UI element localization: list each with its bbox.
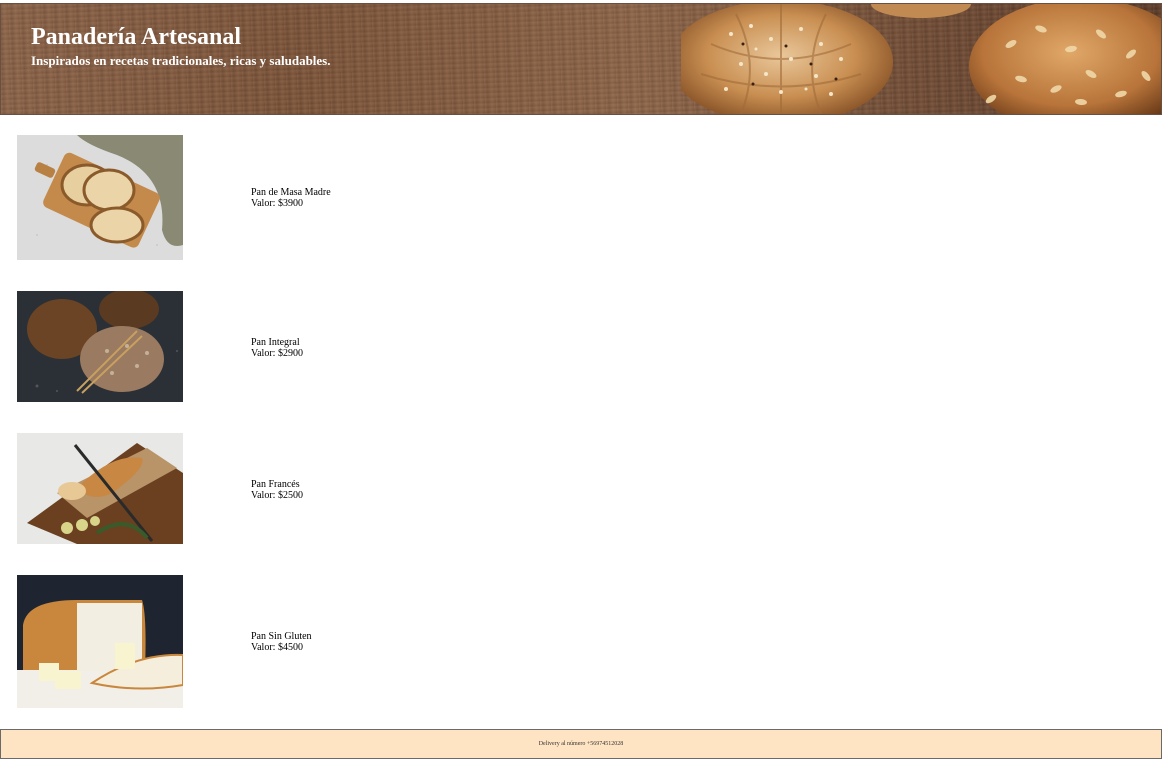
product-image-sourdough xyxy=(17,135,183,260)
product-name: Pan Francés xyxy=(251,479,300,490)
product-info: Pan Integral Valor: $2900 xyxy=(251,337,303,359)
product-info: Pan Sin Gluten Valor: $4500 xyxy=(251,631,312,653)
product-name: Pan de Masa Madre xyxy=(251,187,331,198)
product-image-gluten-free xyxy=(17,575,183,708)
page-title: Panadería Artesanal xyxy=(31,24,241,50)
product-item: Pan Sin Gluten Valor: $4500 xyxy=(17,575,517,708)
product-info: Pan Francés Valor: $2500 xyxy=(251,479,303,501)
product-price: Valor: $2900 xyxy=(251,348,303,359)
product-image-wholegrain xyxy=(17,291,183,402)
page-subtitle: Inspirados en recetas tradicionales, ric… xyxy=(31,53,331,68)
footer-delivery-text: Delivery al número +56974512028 xyxy=(538,741,624,747)
product-info: Pan de Masa Madre Valor: $3900 xyxy=(251,187,331,209)
footer: Delivery al número +56974512028 xyxy=(0,729,1162,759)
product-price: Valor: $2500 xyxy=(251,490,303,501)
bread-banner-image xyxy=(681,4,1161,114)
product-image-french xyxy=(17,433,183,544)
product-item: Pan de Masa Madre Valor: $3900 xyxy=(17,135,517,260)
product-price: Valor: $4500 xyxy=(251,642,303,653)
product-price: Valor: $3900 xyxy=(251,198,303,209)
product-name: Pan Integral xyxy=(251,337,300,348)
product-item: Pan Francés Valor: $2500 xyxy=(17,433,517,544)
product-item: Pan Integral Valor: $2900 xyxy=(17,291,517,402)
product-name: Pan Sin Gluten xyxy=(251,631,312,642)
header-banner: Panadería Artesanal Inspirados en receta… xyxy=(0,3,1162,115)
